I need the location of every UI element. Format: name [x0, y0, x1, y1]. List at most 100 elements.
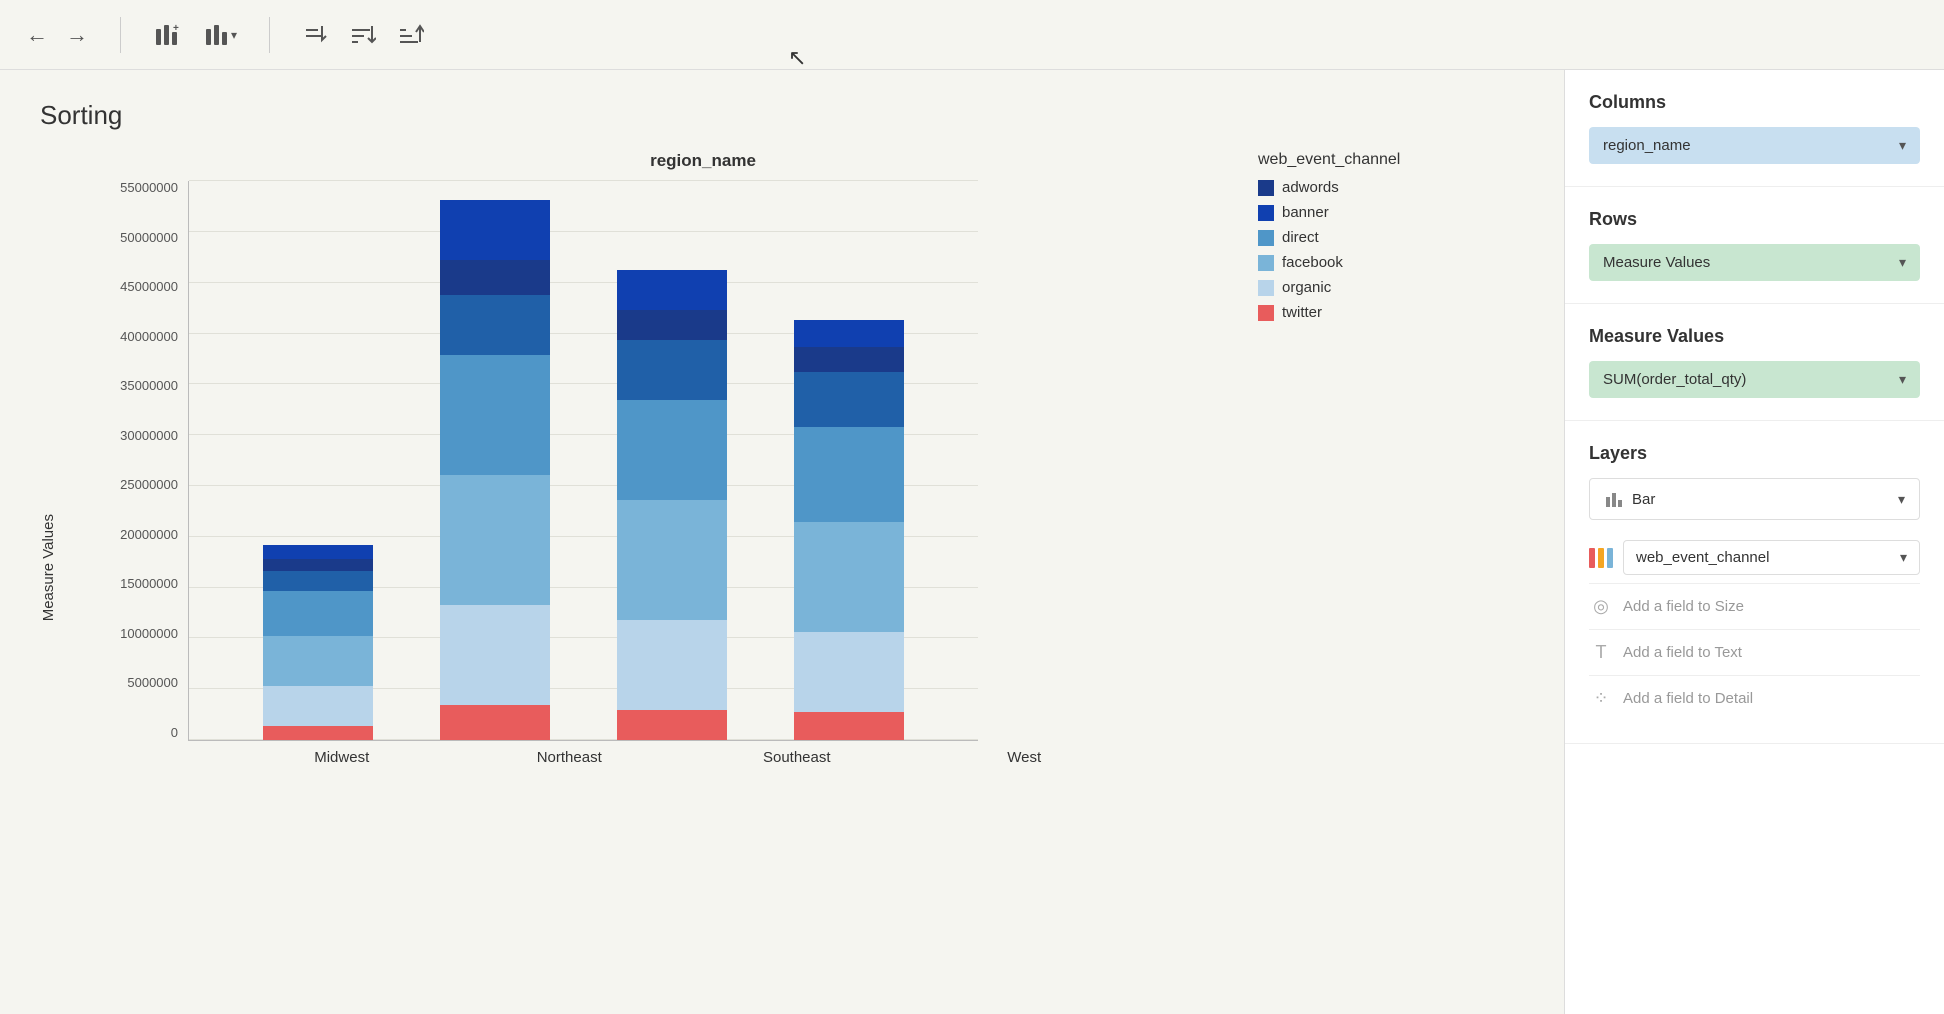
seg-southeast-banner [617, 340, 727, 400]
legend-color-adwords [1258, 180, 1274, 196]
seg-southeast-direct [617, 400, 727, 500]
x-label-west: West [969, 749, 1079, 766]
seg-northeast-facebook [440, 475, 550, 605]
legend-item-banner: banner [1258, 204, 1400, 221]
y-tick-55m: 55000000 [78, 181, 188, 194]
y-tick-50m: 50000000 [78, 231, 188, 244]
add-detail-row[interactable]: ⁘ Add a field to Detail [1589, 675, 1920, 721]
y-tick-40m: 40000000 [78, 330, 188, 343]
seg-northeast-twitter [440, 705, 550, 740]
detail-icon: ⁘ [1589, 688, 1613, 709]
legend-label-twitter: twitter [1282, 304, 1322, 321]
measure-values-dropdown[interactable]: SUM(order_total_qty) ▾ [1589, 361, 1920, 398]
sort-desc-button[interactable] [392, 18, 430, 52]
x-label-northeast: Northeast [514, 749, 624, 766]
chart-type-button[interactable]: ▾ [197, 17, 243, 53]
add-size-label: Add a field to Size [1623, 598, 1744, 615]
seg-west-organic [794, 632, 904, 712]
seg-southeast-adwords [617, 310, 727, 340]
add-chart-button[interactable]: + [147, 17, 187, 53]
seg-west-twitter [794, 712, 904, 740]
seg-midwest-direct [263, 591, 373, 636]
rows-value: Measure Values [1603, 254, 1710, 271]
columns-title: Columns [1589, 92, 1920, 113]
seg-midwest-twitter [263, 726, 373, 740]
layers-color-row: web_event_channel ▾ [1589, 532, 1920, 583]
seg-northeast-top [440, 200, 550, 260]
columns-dropdown[interactable]: region_name ▾ [1589, 127, 1920, 164]
add-text-label: Add a field to Text [1623, 644, 1742, 661]
legend-item-adwords: adwords [1258, 179, 1400, 196]
columns-section: Columns region_name ▾ [1565, 70, 1944, 187]
legend-item-direct: direct [1258, 229, 1400, 246]
legend-item-facebook: facebook [1258, 254, 1400, 271]
y-tick-5m: 5000000 [78, 676, 188, 689]
chart-tools: + ▾ [147, 17, 243, 53]
main-layout: Sorting Measure Values region_name 0 500… [0, 70, 1944, 1014]
color-dropdown-arrow: ▾ [1900, 549, 1907, 566]
bar-chart-icon [1604, 489, 1624, 509]
bar-midwest [263, 545, 373, 740]
rows-dropdown[interactable]: Measure Values ▾ [1589, 244, 1920, 281]
bar-west [794, 320, 904, 740]
grid-line-11 [189, 180, 978, 181]
layers-bar-value: Bar [1632, 491, 1655, 508]
sort-asc-icon [350, 22, 376, 48]
sort-button[interactable] [296, 18, 334, 52]
size-icon: ◎ [1589, 596, 1613, 617]
seg-west-facebook [794, 522, 904, 632]
layers-bar-dropdown-arrow: ▾ [1898, 491, 1905, 508]
seg-west-top [794, 320, 904, 347]
seg-west-adwords [794, 347, 904, 372]
y-tick-20m: 20000000 [78, 528, 188, 541]
rows-title: Rows [1589, 209, 1920, 230]
layers-section: Layers Bar ▾ [1565, 421, 1944, 744]
chart-area: Sorting Measure Values region_name 0 500… [0, 70, 1564, 1014]
y-tick-15m: 15000000 [78, 577, 188, 590]
columns-value: region_name [1603, 137, 1691, 154]
text-icon: T [1589, 642, 1613, 663]
add-chart-icon: + [153, 21, 181, 49]
seg-west-direct [794, 427, 904, 522]
legend-color-twitter [1258, 305, 1274, 321]
y-axis-label: Measure Values [40, 514, 68, 621]
add-text-row[interactable]: T Add a field to Text [1589, 629, 1920, 675]
bar-southeast [617, 270, 727, 740]
sort-tools [296, 18, 430, 52]
seg-northeast-organic [440, 605, 550, 705]
seg-southeast-top [617, 270, 727, 310]
back-button[interactable]: ← [20, 18, 54, 52]
add-detail-label: Add a field to Detail [1623, 690, 1753, 707]
chart-title: Sorting [40, 100, 1524, 131]
add-size-row[interactable]: ◎ Add a field to Size [1589, 583, 1920, 629]
seg-midwest-top [263, 545, 373, 559]
legend-item-organic: organic [1258, 279, 1400, 296]
toolbar-divider-2 [269, 17, 270, 53]
navigation-buttons: ← → [20, 18, 94, 52]
seg-midwest-organic [263, 686, 373, 726]
sort-icon [302, 22, 328, 48]
right-panel: Columns region_name ▾ Rows Measure Value… [1564, 70, 1944, 1014]
legend-label-facebook: facebook [1282, 254, 1343, 271]
y-tick-35m: 35000000 [78, 379, 188, 392]
legend-label-adwords: adwords [1282, 179, 1339, 196]
x-label-southeast: Southeast [742, 749, 852, 766]
color-dropdown[interactable]: web_event_channel ▾ [1623, 540, 1920, 575]
x-label-midwest: Midwest [287, 749, 397, 766]
legend-color-facebook [1258, 255, 1274, 271]
color-swatches [1589, 548, 1613, 568]
legend-title: web_event_channel [1258, 151, 1400, 169]
seg-northeast-banner [440, 295, 550, 355]
layers-bar-dropdown[interactable]: Bar ▾ [1589, 478, 1920, 520]
y-ticks: 0 5000000 10000000 15000000 20000000 250… [78, 181, 188, 741]
forward-button[interactable]: → [60, 18, 94, 52]
svg-text:+: + [173, 23, 179, 34]
seg-northeast-adwords [440, 260, 550, 295]
columns-dropdown-arrow: ▾ [1899, 137, 1906, 154]
seg-northeast-direct [440, 355, 550, 475]
swatch-blue [1607, 548, 1613, 568]
y-tick-25m: 25000000 [78, 478, 188, 491]
sort-asc-button[interactable] [344, 18, 382, 52]
rows-section: Rows Measure Values ▾ [1565, 187, 1944, 304]
legend: web_event_channel adwords banner direct … [1258, 151, 1400, 329]
